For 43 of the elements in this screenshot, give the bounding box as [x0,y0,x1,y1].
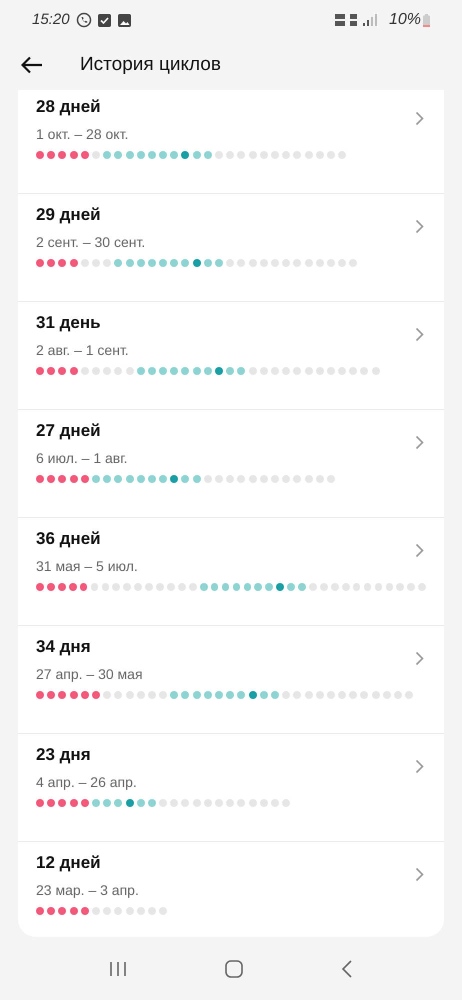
battery-percent: 10% [388,10,421,30]
cycle-row[interactable]: 28 дней 1 окт. – 28 окт. [18,90,444,194]
status-time: 15:20 [32,10,70,30]
cycle-row[interactable]: 29 дней 2 сент. – 30 сент. [18,194,444,302]
battery-icon [423,14,430,26]
chevron-icon [415,111,424,126]
cycle-length: 23 дня [36,744,92,766]
cycle-length: 36 дней [36,528,102,550]
cycle-length: 29 дней [36,204,102,226]
page-title: История циклов [80,52,221,77]
cycle-dates: 6 июл. – 1 авг. [36,449,128,468]
back-arrow-icon [21,56,43,74]
cycle-length: 34 дня [36,636,92,658]
chevron-icon [415,327,424,342]
home-icon[interactable] [225,960,243,978]
cycle-row[interactable]: 31 день 2 авг. – 1 сент. [18,302,444,410]
chevron-icon [415,651,424,666]
chevron-icon [415,543,424,558]
cycle-row[interactable]: 34 дня 27 апр. – 30 мая [18,626,444,734]
cycle-row[interactable]: 27 дней 6 июл. – 1 авг. [18,410,444,518]
cycle-length: 28 дней [36,96,102,118]
phone-icon [76,12,92,28]
cycle-dates: 27 апр. – 30 мая [36,665,144,684]
chevron-icon [415,219,424,234]
cycle-dates: 4 апр. – 26 апр. [36,773,138,792]
cycle-length: 27 дней [36,420,102,442]
chevron-icon [415,435,424,450]
chevron-icon [415,867,424,882]
cycle-dates: 2 авг. – 1 сент. [36,341,130,360]
cycle-dates: 2 сент. – 30 сент. [36,233,146,252]
cycle-row[interactable]: 23 дня 4 апр. – 26 апр. [18,734,444,842]
recent-apps-icon[interactable] [109,960,127,976]
cycle-dates: 1 окт. – 28 окт. [36,125,130,144]
cycle-dates: 31 мая – 5 июл. [36,557,139,576]
checkbox-icon [98,14,111,26]
chevron-icon [415,759,424,774]
cycle-row[interactable]: 12 дней 23 мар. – 3 апр. [18,842,444,937]
image-icon [118,14,131,26]
cycle-length: 12 дней [36,852,102,874]
cycle-length: 31 день [36,312,102,334]
back-icon[interactable] [341,960,353,978]
cycle-dates: 23 мар. – 3 апр. [36,881,140,900]
cycle-row[interactable]: 36 дней 31 мая – 5 июл. [18,518,444,626]
